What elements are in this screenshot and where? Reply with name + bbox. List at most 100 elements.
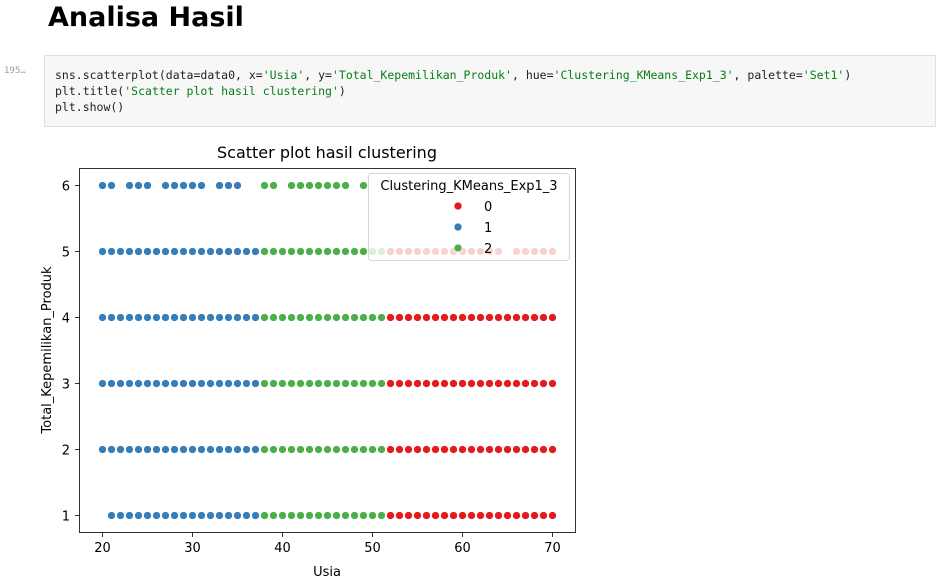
code-editor[interactable]: sns.scatterplot(data=data0, x='Usia', y=…	[55, 67, 851, 115]
scatter-point	[188, 247, 197, 256]
scatter-point	[485, 511, 494, 520]
scatter-point	[431, 313, 440, 322]
scatter-point	[125, 379, 134, 388]
scatter-point	[503, 511, 512, 520]
scatter-point	[287, 445, 296, 454]
scatter-point	[107, 247, 116, 256]
scatter-point	[359, 181, 368, 190]
scatter-point	[98, 313, 107, 322]
scatter-point	[170, 247, 179, 256]
scatter-point	[422, 445, 431, 454]
x-tick-label: 30	[184, 541, 201, 556]
scatter-point	[341, 379, 350, 388]
scatter-point	[233, 379, 242, 388]
x-tick-label: 60	[454, 541, 471, 556]
scatter-point	[368, 511, 377, 520]
scatter-point	[530, 445, 539, 454]
scatter-point	[377, 511, 386, 520]
code-string: 'Usia'	[262, 68, 305, 82]
scatter-point	[134, 445, 143, 454]
scatter-point	[458, 445, 467, 454]
scatter-point	[278, 379, 287, 388]
code-string: 'Clustering_KMeans_Exp1_3'	[553, 68, 734, 82]
scatter-point	[197, 181, 206, 190]
scatter-point	[287, 247, 296, 256]
scatter-point	[188, 379, 197, 388]
scatter-point	[197, 247, 206, 256]
scatter-point	[251, 313, 260, 322]
scatter-point	[107, 313, 116, 322]
legend-label: 0	[484, 200, 492, 215]
scatter-point	[278, 247, 287, 256]
scatter-point	[485, 379, 494, 388]
scatter-point	[314, 445, 323, 454]
scatter-point	[188, 511, 197, 520]
scatter-point	[467, 313, 476, 322]
scatter-point	[413, 445, 422, 454]
scatter-point	[179, 181, 188, 190]
scatter-point	[278, 511, 287, 520]
scatter-point	[368, 379, 377, 388]
scatter-point	[359, 445, 368, 454]
scatter-point	[350, 313, 359, 322]
scatter-point	[539, 313, 548, 322]
scatter-point	[287, 313, 296, 322]
scatter-point	[305, 445, 314, 454]
code-string: 'Scatter plot hasil clustering'	[124, 84, 339, 98]
code-cell[interactable]: sns.scatterplot(data=data0, x='Usia', y=…	[44, 55, 936, 127]
scatter-point	[179, 379, 188, 388]
legend-marker	[453, 201, 463, 211]
scatter-point	[107, 379, 116, 388]
code-token: , palette=	[733, 68, 803, 82]
scatter-point	[341, 181, 350, 190]
scatter-point	[305, 379, 314, 388]
scatter-point	[179, 313, 188, 322]
scatter-point	[494, 445, 503, 454]
scatter-point	[350, 247, 359, 256]
scatter-point	[395, 511, 404, 520]
scatter-point	[206, 511, 215, 520]
scatter-point	[332, 247, 341, 256]
scatter-point	[296, 379, 305, 388]
scatter-point	[170, 313, 179, 322]
code-line: sns.scatterplot(data=data0, x='Usia', y=…	[55, 67, 851, 83]
scatter-point	[242, 511, 251, 520]
scatter-point	[260, 181, 269, 190]
y-tick-label: 4	[62, 312, 70, 327]
scatter-point	[323, 379, 332, 388]
scatter-point	[296, 313, 305, 322]
scatter-point	[359, 511, 368, 520]
scatter-point	[98, 445, 107, 454]
scatter-point	[116, 313, 125, 322]
scatter-point	[539, 511, 548, 520]
legend-title: Clustering_KMeans_Exp1_3	[380, 179, 557, 194]
scatter-point	[512, 445, 521, 454]
scatter-point	[476, 313, 485, 322]
scatter-point	[206, 313, 215, 322]
code-string: 'Set1'	[802, 68, 845, 82]
scatter-point	[143, 379, 152, 388]
y-tick-label: 2	[62, 444, 70, 459]
scatter-point	[386, 379, 395, 388]
scatter-point	[260, 511, 269, 520]
scatter-point	[215, 445, 224, 454]
scatter-point	[386, 511, 395, 520]
scatter-point	[125, 181, 134, 190]
scatter-point	[359, 313, 368, 322]
scatter-plot-output: Scatter plot hasil clustering 20 30 40 50 60…	[40, 143, 576, 580]
y-tick-label: 6	[62, 180, 70, 195]
scatter-point	[314, 511, 323, 520]
scatter-point	[143, 511, 152, 520]
scatter-point	[323, 313, 332, 322]
scatter-point	[494, 379, 503, 388]
scatter-point	[224, 511, 233, 520]
scatter-point	[458, 511, 467, 520]
scatter-point	[125, 247, 134, 256]
scatter-point	[377, 445, 386, 454]
scatter-point	[170, 511, 179, 520]
scatter-point	[215, 511, 224, 520]
scatter-point	[476, 445, 485, 454]
scatter-point	[503, 445, 512, 454]
scatter-point	[449, 379, 458, 388]
scatter-point	[449, 313, 458, 322]
